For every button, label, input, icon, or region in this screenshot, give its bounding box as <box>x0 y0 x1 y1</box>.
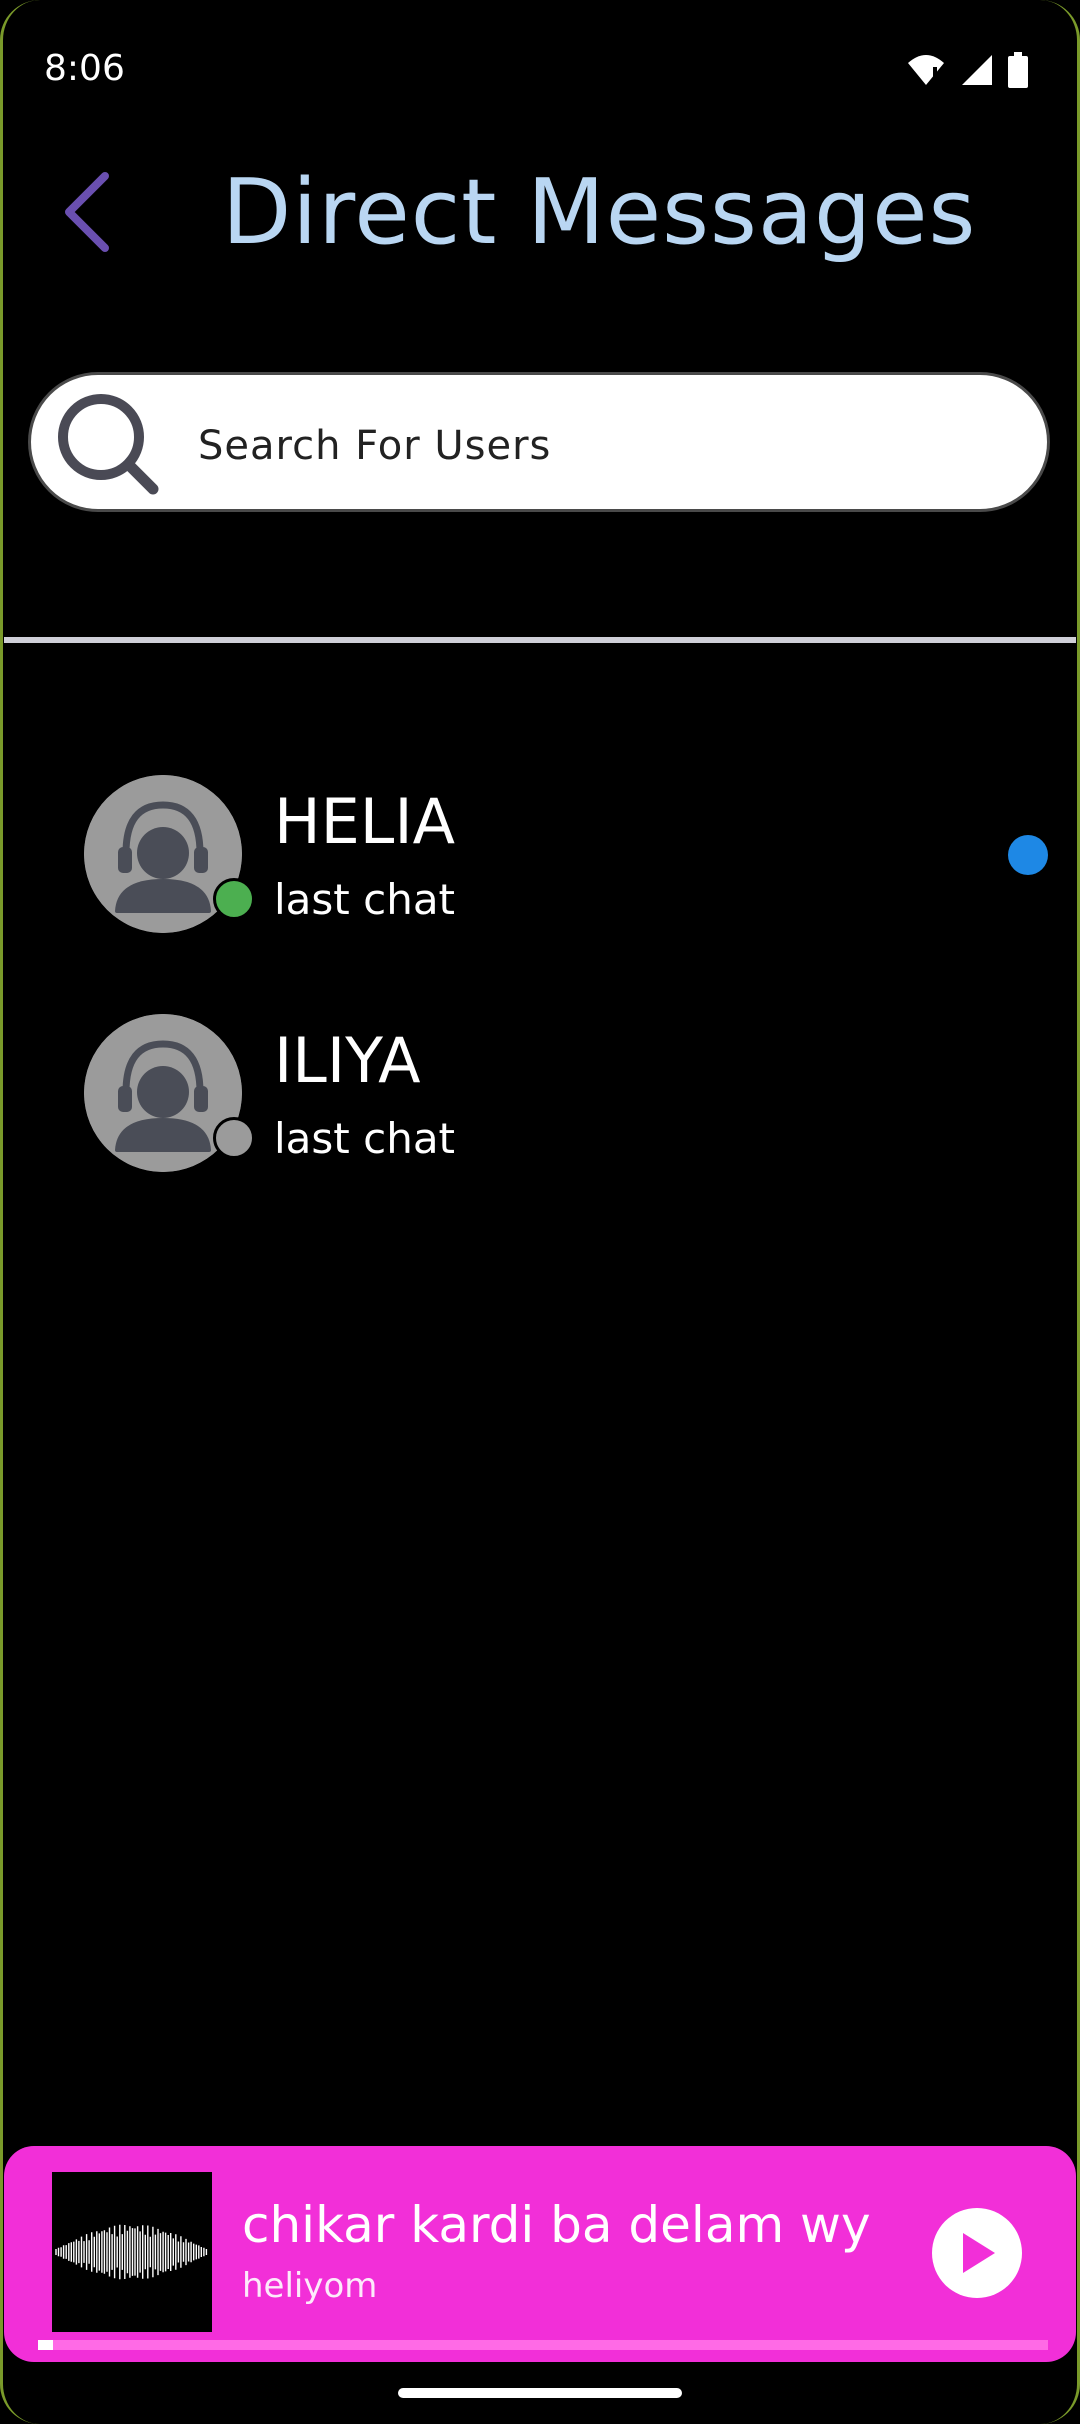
back-button[interactable] <box>52 162 122 262</box>
device-frame <box>0 0 1080 2424</box>
song-artist: heliyom <box>242 2266 378 2306</box>
chat-last-message: last chat <box>274 875 456 924</box>
page-title: Direct Messages <box>222 160 977 265</box>
status-icons <box>906 52 1028 88</box>
home-indicator[interactable] <box>398 2388 682 2398</box>
chat-item-iliya[interactable]: ILIYA last chat <box>0 1014 1080 1194</box>
wifi-icon <box>908 55 944 85</box>
signal-icon <box>962 55 992 85</box>
album-cover <box>52 2172 212 2332</box>
progress-fill <box>38 2340 54 2350</box>
playback-progress[interactable] <box>38 2340 1048 2350</box>
online-status-dot <box>213 878 255 920</box>
chat-last-message: last chat <box>274 1114 456 1163</box>
chat-name: ILIYA <box>274 1024 421 1097</box>
waveform-icon <box>55 2224 208 2280</box>
unread-indicator <box>1008 835 1048 875</box>
mini-player[interactable]: chikar kardi ba delam wy heliyom <box>4 2146 1076 2362</box>
battery-icon <box>1008 52 1028 88</box>
search-input[interactable] <box>196 405 1020 487</box>
chat-item-helia[interactable]: HELIA last chat <box>0 775 1080 955</box>
status-time: 8:06 <box>44 48 125 89</box>
play-icon <box>963 2233 995 2273</box>
search-icon <box>58 394 159 495</box>
song-title: chikar kardi ba delam wy <box>242 2196 871 2254</box>
search-bar[interactable] <box>28 372 1050 512</box>
chat-name: HELIA <box>274 785 456 858</box>
status-bar: 8:06 <box>0 0 1080 140</box>
play-button[interactable] <box>932 2208 1022 2298</box>
chevron-left-icon <box>65 172 109 252</box>
divider <box>4 637 1076 643</box>
offline-status-dot <box>213 1117 255 1159</box>
